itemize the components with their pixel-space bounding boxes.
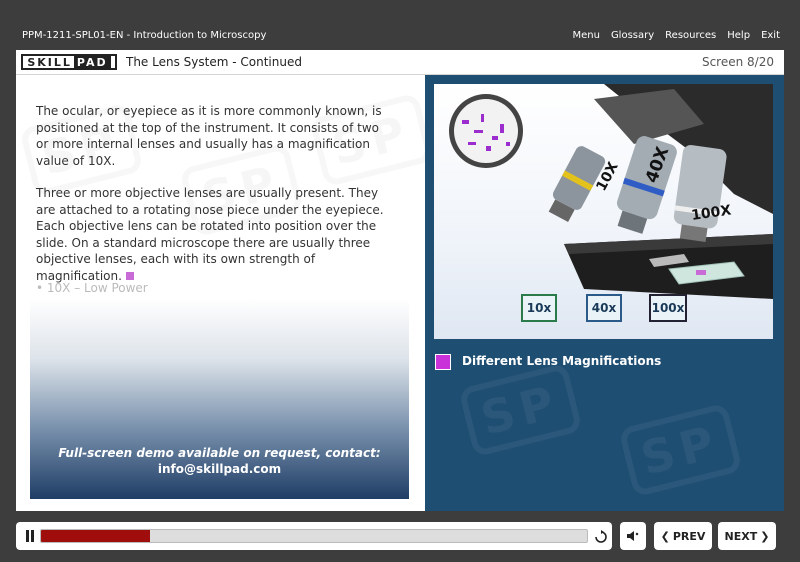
paragraph-objective: Three or more objective lenses are usual…	[36, 185, 388, 284]
content-area: SP SP SP The ocular, or eyepiece as it i…	[16, 75, 784, 511]
chevron-left-icon: ❮	[660, 529, 670, 543]
player-controls: ❮ PREV NEXT ❯	[16, 522, 784, 550]
image-caption: Different Lens Magnifications	[462, 354, 662, 368]
magnification-100x-button[interactable]: 100x	[649, 294, 687, 322]
watermark-logo: SP	[458, 362, 583, 458]
progress-container	[16, 522, 612, 550]
glossary-link[interactable]: Glossary	[611, 30, 654, 41]
paragraph-objective-text: Three or more objective lenses are usual…	[36, 186, 384, 283]
prev-button[interactable]: ❮ PREV	[654, 522, 712, 550]
resources-link[interactable]: Resources	[665, 30, 716, 41]
hotspot-marker-icon[interactable]	[125, 272, 134, 280]
list-item: • 10X – Low Power	[36, 281, 148, 295]
logo-text-pad: PAD	[73, 55, 111, 69]
magnification-10x-button[interactable]: 10x	[521, 294, 557, 322]
course-title: PPM-1211-SPL01-EN - Introduction to Micr…	[22, 30, 267, 41]
pause-icon[interactable]	[24, 530, 36, 542]
logo-text-skill: SKILL	[27, 55, 72, 69]
menu-link[interactable]: Menu	[572, 30, 599, 41]
prev-label: PREV	[672, 529, 706, 543]
chevron-right-icon: ❯	[760, 529, 770, 543]
replay-icon[interactable]	[594, 529, 608, 543]
exit-link[interactable]: Exit	[761, 30, 780, 41]
paragraph-ocular: The ocular, or eyepiece as it is more co…	[36, 104, 382, 168]
screen-title: The Lens System - Continued	[126, 55, 302, 69]
main-menu: Menu Glossary Resources Help Exit	[572, 30, 780, 41]
progress-fill	[41, 530, 151, 542]
top-menu-bar: PPM-1211-SPL01-EN - Introduction to Micr…	[0, 26, 800, 46]
microscope-image: 10X 40X 100X 10x 40x 100x	[434, 84, 773, 339]
media-panel: SP SP 10X 40X 100X 10x 40x 100x Differen…	[425, 75, 784, 511]
demo-message: Full-screen demo available on request, c…	[30, 445, 409, 477]
screen-header: SKILL PAD The Lens System - Continued Sc…	[16, 50, 784, 75]
demo-message-line: Full-screen demo available on request, c…	[58, 446, 381, 460]
demo-contact-email[interactable]: info@skillpad.com	[30, 461, 409, 477]
caption-color-swatch	[435, 354, 451, 370]
app-frame: PPM-1211-SPL01-EN - Introduction to Micr…	[0, 0, 800, 562]
magnification-40x-button[interactable]: 40x	[586, 294, 622, 322]
help-link[interactable]: Help	[727, 30, 750, 41]
watermark-logo: SP	[618, 402, 743, 498]
next-button[interactable]: NEXT ❯	[718, 522, 776, 550]
next-label: NEXT	[724, 529, 758, 543]
audio-toggle-button[interactable]	[620, 522, 646, 550]
speaker-icon	[627, 531, 639, 541]
demo-overlay: Full-screen demo available on request, c…	[30, 299, 409, 499]
skillpad-logo: SKILL PAD	[21, 54, 117, 70]
body-text: The ocular, or eyepiece as it is more co…	[36, 103, 388, 300]
text-panel: The ocular, or eyepiece as it is more co…	[16, 75, 424, 511]
screen-counter: Screen 8/20	[701, 55, 774, 69]
progress-bar[interactable]	[40, 529, 588, 543]
